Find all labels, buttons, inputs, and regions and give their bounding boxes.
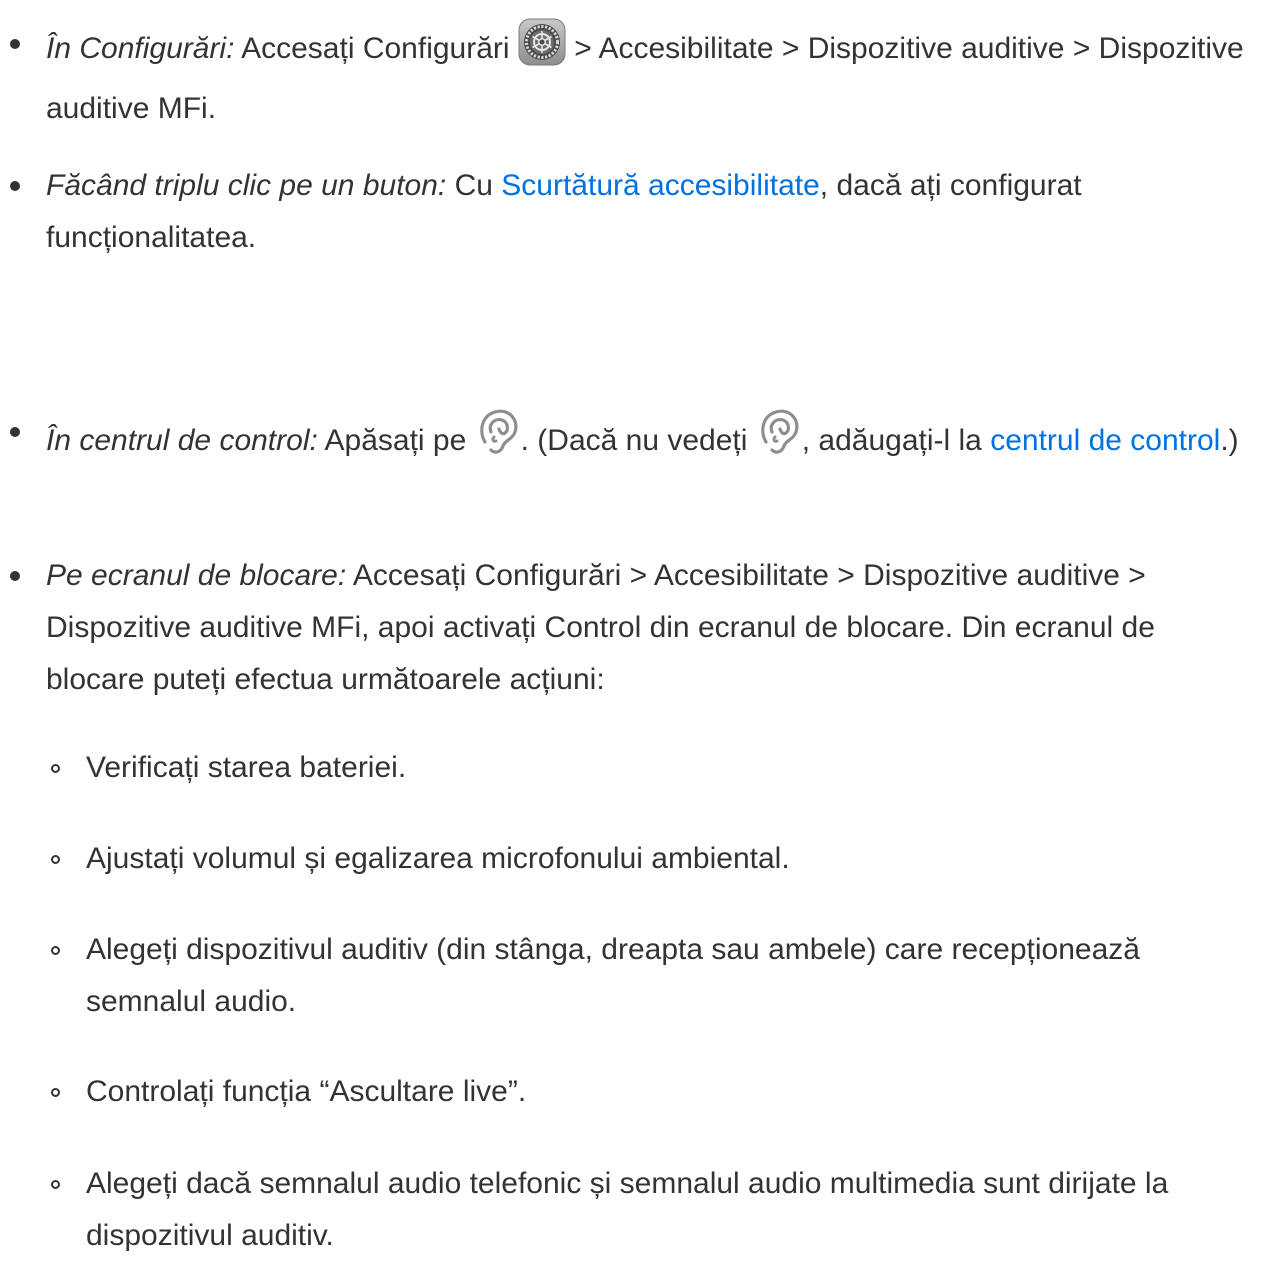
item-text: . (Dacă nu vedeți [520, 424, 756, 457]
sub-bullet [51, 855, 60, 864]
item-text: Apăsați pe [317, 424, 475, 457]
sub-bullet [51, 946, 60, 955]
sub-bullet [51, 764, 60, 773]
bullet [10, 427, 20, 437]
settings-gear-icon [518, 18, 566, 83]
list-item-text: În Configurări: Accesați Configurări > A… [46, 18, 1260, 135]
item-text: Accesați Configurări [234, 32, 518, 65]
list-item-text: În centrul de control: Apăsați pe . (Dac… [46, 406, 1260, 475]
item-text: Cu [446, 169, 502, 202]
bullet [10, 181, 20, 191]
item-text: , adăugați-l la [801, 424, 991, 457]
sub-bullet [51, 1180, 60, 1189]
sub-list-item-text: Alegeți dispozitivul auditiv (din stânga… [86, 933, 1140, 1018]
hearing-ear-icon [756, 406, 802, 475]
item-prefix: Făcând triplu clic pe un buton: [46, 169, 447, 202]
sub-list-item-text: Ajustați volumul și egalizarea microfonu… [86, 842, 790, 875]
sub-list-item-text: Controlați funcția “Ascultare live”. [86, 1075, 527, 1108]
list-item-text: Pe ecranul de blocare: Accesați Configur… [46, 550, 1260, 706]
item-prefix: În centrul de control: [46, 424, 318, 457]
sub-list-item-text: Verificați starea bateriei. [86, 751, 407, 784]
accessibility-shortcut-link[interactable]: Scurtătură accesibilitate [501, 169, 820, 202]
sub-list-item-text: Alegeți dacă semnalul audio telefonic și… [86, 1167, 1169, 1252]
sub-bullet [51, 1088, 60, 1097]
item-text: .) [1220, 424, 1239, 457]
item-prefix: În Configurări: [46, 32, 235, 65]
bullet [10, 39, 20, 49]
item-prefix: Pe ecranul de blocare: [46, 559, 347, 592]
control-center-link[interactable]: centrul de control [990, 424, 1220, 457]
list-item-text: Făcând triplu clic pe un buton: Cu Scurt… [46, 160, 1260, 264]
hearing-ear-icon[interactable] [475, 406, 521, 475]
bullet [10, 571, 20, 581]
